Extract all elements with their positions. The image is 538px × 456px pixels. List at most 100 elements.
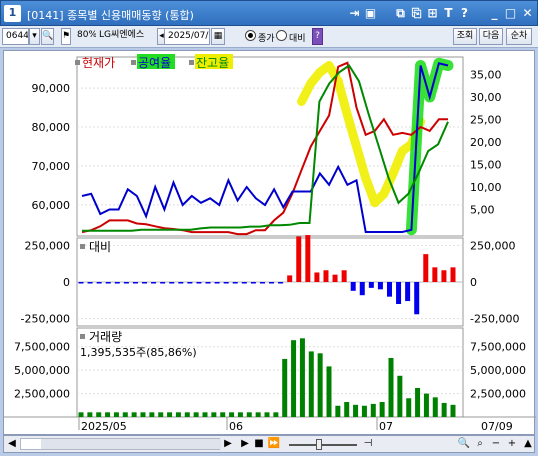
volume-bar [273,412,279,417]
maximize-icon[interactable]: □ [503,6,518,21]
zoom-left-bracket-icon[interactable]: ⊣ [361,437,375,451]
legend-marker [75,60,80,65]
scroll-thumb[interactable] [41,439,221,449]
volume-panel-frame [76,327,464,418]
link-icon[interactable]: ⧉ [393,6,408,21]
code-dropdown-button[interactable]: ▾ [29,28,40,45]
volume-bar [96,412,102,417]
play-icon[interactable]: ▶ [238,437,252,451]
volume-label: 거래량 [89,330,122,344]
change-bar [296,236,302,282]
volume-bar [122,412,128,417]
volume-bar [184,412,190,417]
search-button[interactable]: 🔍 [41,28,54,45]
market-flag-icon: ⚑ [61,28,71,45]
change-bar [105,282,111,284]
volume-bar [397,375,403,417]
pin-icon[interactable]: ⇥ [347,6,362,21]
x-tick-label: 07 [379,420,393,433]
minimize-icon[interactable]: _ [487,6,502,21]
font-icon[interactable]: T [441,6,456,21]
volume-bar [175,412,181,417]
volume-bar [361,405,367,417]
radio-close-price[interactable] [245,30,256,41]
left-tick-label: 60,000 [32,199,71,212]
radio-change-label: 대비 [289,34,306,44]
legend-label: 공여율 [138,56,171,70]
change-bar [114,282,120,284]
change-bar [232,282,238,284]
change-bar [178,282,184,284]
legend-marker [131,60,136,65]
copy-icon[interactable]: ⎘ [409,6,424,21]
legend-label: 현재가 [82,56,115,70]
stop-icon[interactable]: ■ [252,437,266,451]
change-bar [368,282,374,288]
change-bar [386,282,392,297]
right-tick-label: 30,00 [470,91,502,104]
zoom-slider-thumb[interactable] [316,439,322,450]
volume-bar [264,412,270,417]
change-bar [241,282,247,284]
code-input[interactable]: 0644 [2,28,29,45]
zoom-out-icon[interactable]: ⌕ [473,437,487,451]
change-label: 대비 [89,240,111,254]
fast-forward-icon[interactable]: ⏩ [267,437,281,451]
memo-icon[interactable]: ▣ [363,6,378,21]
change-bar [187,282,193,284]
close-icon[interactable]: ✕ [520,6,535,21]
zoom-search-icon[interactable]: 🔍 [457,437,471,451]
volume-bar [370,403,376,417]
volume-bar [193,412,199,417]
volume-bar [423,393,429,417]
volume-bar [131,412,137,417]
zoom-plus-icon[interactable]: + [505,437,519,451]
volume-left-tick: 5,000,000 [14,364,70,377]
order-button[interactable]: 순차 [506,28,532,45]
volume-bar [415,387,421,417]
date-input[interactable]: 2025/07/ [164,28,210,45]
volume-right-tick: 5,000,000 [470,364,526,377]
scroll-left-icon[interactable]: ◀ [5,437,19,451]
volume-bar [353,404,359,417]
window-number-badge[interactable]: 1 [4,5,21,22]
change-bar [278,282,284,284]
change-bar [78,282,84,284]
change-bar [250,282,256,284]
info-button[interactable]: ? [312,28,323,45]
expand-icon[interactable]: ▲ [521,437,535,451]
query-button[interactable]: 조회 [453,28,477,45]
volume-legend-marker [80,334,85,339]
chart-area[interactable]: 90,000 80,000 70,000 60,000 35,00 30,00 25,00 2… [3,50,536,435]
volume-bar [246,412,252,417]
radio-change[interactable] [276,30,287,41]
change-bar [332,274,338,282]
change-right-tick: 250,000 [470,239,516,252]
change-bar [432,267,438,282]
zoom-minus-icon[interactable]: − [489,437,503,451]
legend-marker [189,60,194,65]
change-bar [205,282,211,284]
change-bar [287,275,293,282]
volume-bar [432,397,438,417]
volume-bar [167,412,173,417]
change-bar [314,272,320,282]
zoom-slider-track[interactable] [289,444,357,446]
change-bar [123,282,129,284]
next-button[interactable]: 다음 [479,28,503,45]
scroll-right-icon[interactable]: ▶ [221,437,235,451]
scroll-track[interactable] [20,438,221,450]
volume-bar [335,405,341,417]
volume-bar [388,357,394,417]
change-left-tick: 250,000 [25,239,71,252]
chart-scrollbar[interactable]: ◀ ▶ ▶ ■ ⏩ ⊣ 🔍 ⌕ − + ▲ [3,435,535,453]
calendar-button[interactable]: ▦ [211,28,225,45]
volume-value-text: 1,395,535주(85,86%) [80,346,197,359]
left-tick-label: 80,000 [32,121,71,134]
volume-bar [113,412,119,417]
change-bar [196,282,202,284]
help-icon[interactable]: ? [457,6,472,21]
left-tick-label: 90,000 [32,82,71,95]
change-bar [169,282,175,284]
tile-icon[interactable]: ⊞ [425,6,440,21]
